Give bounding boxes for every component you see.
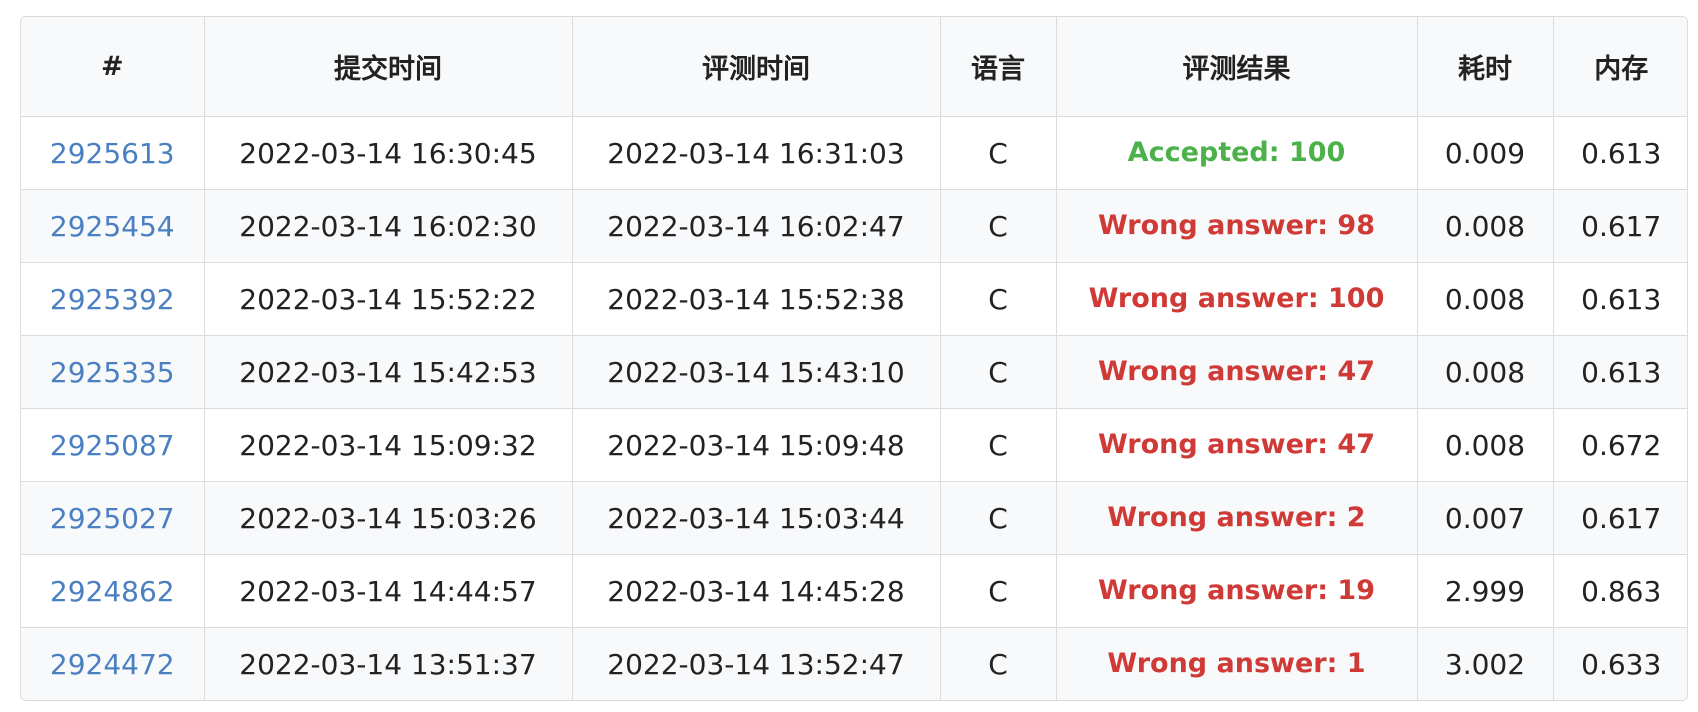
cell-submit-time: 2022-03-14 15:52:22 [204, 262, 573, 336]
table-header: # 提交时间 评测时间 语言 评测结果 耗时 内存 [21, 17, 1687, 117]
cell-judge-time: 2022-03-14 14:45:28 [572, 554, 941, 628]
cell-language: C [940, 262, 1057, 336]
submissions-table-container: # 提交时间 评测时间 语言 评测结果 耗时 内存 2925613 2022-0… [20, 16, 1688, 701]
cell-judge-time: 2022-03-14 13:52:47 [572, 627, 941, 700]
result-label: Wrong answer: 100 [1088, 282, 1385, 314]
result-label: Wrong answer: 47 [1098, 355, 1375, 387]
cell-time: 0.008 [1417, 189, 1554, 263]
submission-id-link[interactable]: 2925027 [50, 502, 175, 535]
result-label: Wrong answer: 98 [1098, 209, 1375, 241]
cell-memory: 0.863 [1553, 554, 1687, 628]
cell-language: C [940, 116, 1057, 190]
cell-language: C [940, 554, 1057, 628]
cell-memory: 0.633 [1553, 627, 1687, 700]
cell-time: 0.008 [1417, 408, 1554, 482]
cell-id: 2925454 [21, 189, 205, 263]
submission-id-link[interactable]: 2925335 [50, 356, 175, 389]
cell-submit-time: 2022-03-14 15:03:26 [204, 481, 573, 555]
submission-id-link[interactable]: 2925613 [50, 137, 175, 170]
cell-result: Wrong answer: 100 [1056, 262, 1418, 336]
submission-id-link[interactable]: 2925392 [50, 283, 175, 316]
cell-language: C [940, 481, 1057, 555]
cell-time: 3.002 [1417, 627, 1554, 700]
table-row: 2925454 2022-03-14 16:02:30 2022-03-14 1… [21, 189, 1687, 263]
cell-id: 2925392 [21, 262, 205, 336]
cell-time: 0.008 [1417, 335, 1554, 409]
submission-id-link[interactable]: 2924472 [50, 648, 175, 681]
table-row: 2925392 2022-03-14 15:52:22 2022-03-14 1… [21, 262, 1687, 336]
table-row: 2924472 2022-03-14 13:51:37 2022-03-14 1… [21, 627, 1687, 700]
cell-result: Wrong answer: 19 [1056, 554, 1418, 628]
cell-judge-time: 2022-03-14 16:02:47 [572, 189, 941, 263]
result-label: Wrong answer: 1 [1107, 647, 1366, 679]
cell-memory: 0.613 [1553, 116, 1687, 190]
cell-submit-time: 2022-03-14 16:02:30 [204, 189, 573, 263]
cell-memory: 0.672 [1553, 408, 1687, 482]
header-memory: 内存 [1553, 17, 1687, 117]
cell-time: 2.999 [1417, 554, 1554, 628]
submissions-table: # 提交时间 评测时间 语言 评测结果 耗时 内存 2925613 2022-0… [21, 17, 1687, 700]
submission-id-link[interactable]: 2924862 [50, 575, 175, 608]
cell-id: 2924862 [21, 554, 205, 628]
header-judge-time: 评测时间 [572, 17, 941, 117]
cell-result: Wrong answer: 98 [1056, 189, 1418, 263]
table-row: 2924862 2022-03-14 14:44:57 2022-03-14 1… [21, 554, 1687, 628]
result-label: Wrong answer: 2 [1107, 501, 1366, 533]
cell-judge-time: 2022-03-14 16:31:03 [572, 116, 941, 190]
cell-language: C [940, 627, 1057, 700]
cell-memory: 0.617 [1553, 481, 1687, 555]
header-result: 评测结果 [1056, 17, 1418, 117]
cell-memory: 0.613 [1553, 262, 1687, 336]
cell-id: 2924472 [21, 627, 205, 700]
table-row: 2925613 2022-03-14 16:30:45 2022-03-14 1… [21, 116, 1687, 190]
cell-submit-time: 2022-03-14 14:44:57 [204, 554, 573, 628]
cell-result: Wrong answer: 47 [1056, 408, 1418, 482]
cell-result: Wrong answer: 1 [1056, 627, 1418, 700]
cell-time: 0.009 [1417, 116, 1554, 190]
cell-result: Wrong answer: 47 [1056, 335, 1418, 409]
cell-judge-time: 2022-03-14 15:03:44 [572, 481, 941, 555]
table-row: 2925335 2022-03-14 15:42:53 2022-03-14 1… [21, 335, 1687, 409]
cell-submit-time: 2022-03-14 15:09:32 [204, 408, 573, 482]
cell-id: 2925027 [21, 481, 205, 555]
cell-time: 0.007 [1417, 481, 1554, 555]
cell-submit-time: 2022-03-14 13:51:37 [204, 627, 573, 700]
table-body: 2925613 2022-03-14 16:30:45 2022-03-14 1… [21, 116, 1687, 700]
result-label: Wrong answer: 19 [1098, 574, 1375, 606]
result-label: Accepted: 100 [1127, 136, 1346, 168]
header-language: 语言 [940, 17, 1057, 117]
table-row: 2925087 2022-03-14 15:09:32 2022-03-14 1… [21, 408, 1687, 482]
cell-result: Wrong answer: 2 [1056, 481, 1418, 555]
submission-id-link[interactable]: 2925454 [50, 210, 175, 243]
cell-judge-time: 2022-03-14 15:43:10 [572, 335, 941, 409]
cell-id: 2925335 [21, 335, 205, 409]
header-time: 耗时 [1417, 17, 1554, 117]
cell-judge-time: 2022-03-14 15:09:48 [572, 408, 941, 482]
cell-submit-time: 2022-03-14 16:30:45 [204, 116, 573, 190]
cell-memory: 0.613 [1553, 335, 1687, 409]
table-row: 2925027 2022-03-14 15:03:26 2022-03-14 1… [21, 481, 1687, 555]
cell-memory: 0.617 [1553, 189, 1687, 263]
cell-id: 2925087 [21, 408, 205, 482]
cell-language: C [940, 408, 1057, 482]
cell-judge-time: 2022-03-14 15:52:38 [572, 262, 941, 336]
header-id: # [21, 17, 205, 117]
cell-language: C [940, 335, 1057, 409]
cell-time: 0.008 [1417, 262, 1554, 336]
cell-result: Accepted: 100 [1056, 116, 1418, 190]
result-label: Wrong answer: 47 [1098, 428, 1375, 460]
cell-submit-time: 2022-03-14 15:42:53 [204, 335, 573, 409]
header-row: # 提交时间 评测时间 语言 评测结果 耗时 内存 [21, 17, 1687, 117]
submission-id-link[interactable]: 2925087 [50, 429, 175, 462]
header-submit-time: 提交时间 [204, 17, 573, 117]
cell-id: 2925613 [21, 116, 205, 190]
cell-language: C [940, 189, 1057, 263]
